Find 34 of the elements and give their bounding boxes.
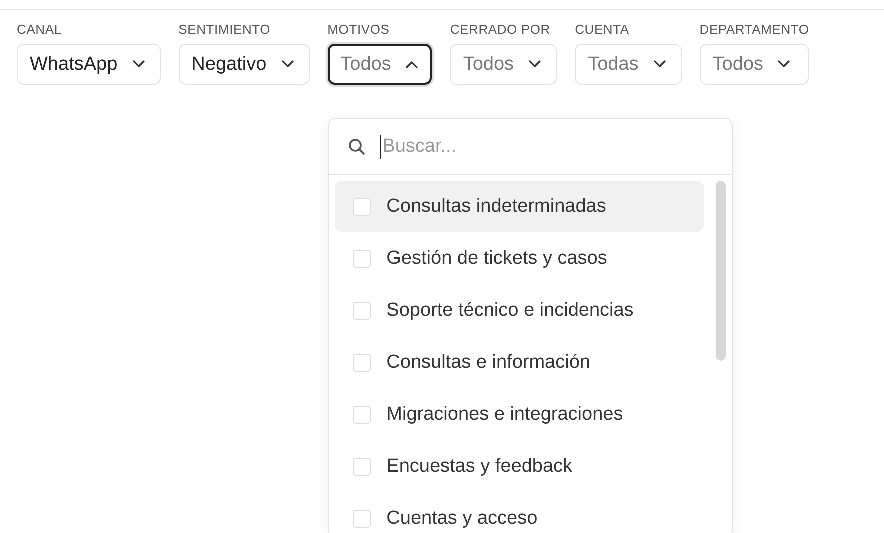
- scrollbar-thumb[interactable]: [716, 181, 726, 361]
- search-icon: [348, 138, 366, 156]
- option-item[interactable]: Migraciones e integraciones: [334, 389, 704, 440]
- filter-select[interactable]: Negativo: [178, 44, 310, 85]
- option-item[interactable]: Cuentas y acceso: [334, 493, 704, 533]
- chevron-icon: [280, 60, 295, 69]
- chevron-icon: [528, 60, 542, 69]
- option-item[interactable]: Gestión de tickets y casos: [334, 233, 704, 284]
- checkbox[interactable]: [352, 458, 371, 476]
- filter-select[interactable]: Todos: [700, 44, 810, 85]
- filter-label: CUENTA: [575, 23, 630, 37]
- chevron-icon: [405, 60, 420, 69]
- chevron-icon: [132, 60, 146, 69]
- checkbox[interactable]: [352, 198, 371, 216]
- checkbox[interactable]: [352, 354, 371, 372]
- checkbox[interactable]: [352, 250, 371, 268]
- filter-select[interactable]: Todos: [450, 44, 558, 85]
- filter-select[interactable]: Todos: [328, 44, 432, 85]
- chevron-icon: [777, 60, 792, 69]
- checkbox[interactable]: [352, 406, 371, 424]
- filter-label: SENTIMIENTO: [178, 23, 272, 37]
- filter-select[interactable]: WhatsApp: [17, 44, 161, 85]
- filter-select[interactable]: Todas: [575, 44, 682, 85]
- filter-label: CERRADO POR: [450, 23, 552, 37]
- filter-label: DEPARTAMENTO: [700, 23, 810, 37]
- option-item[interactable]: Encuestas y feedback: [334, 441, 704, 492]
- chevron-icon: [652, 60, 667, 69]
- checkbox[interactable]: [352, 302, 371, 320]
- filter-label: MOTIVOS: [328, 23, 391, 37]
- option-item[interactable]: Consultas e información: [334, 337, 704, 388]
- filter-label: CANAL: [17, 23, 63, 37]
- option-item[interactable]: Consultas indeterminadas: [334, 181, 704, 232]
- option-item[interactable]: Soporte técnico e incidencias: [334, 285, 704, 336]
- checkbox[interactable]: [352, 510, 371, 528]
